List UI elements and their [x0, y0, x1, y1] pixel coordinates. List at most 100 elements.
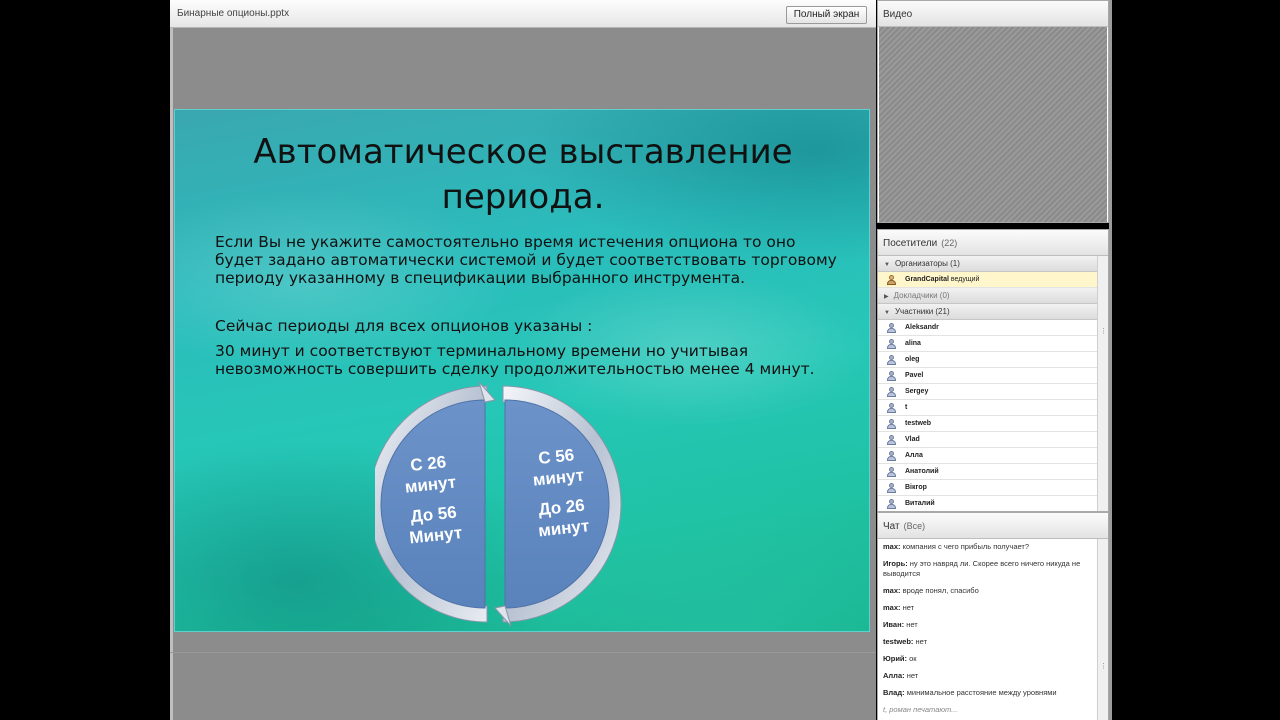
attendee-name: Анатолий [905, 468, 939, 475]
user-icon [887, 451, 896, 461]
slide-title: Автоматическое выставление периода. [175, 130, 869, 220]
presentation-pod-header: Бинарные опционы.pptx Полный экран [170, 0, 876, 28]
video-pod-header: Видео [878, 1, 1108, 27]
user-icon [887, 403, 896, 413]
chat-scope[interactable]: (Все) [904, 521, 926, 531]
chat-text: компания с чего прибыль получает? [902, 542, 1030, 551]
slide: Автоматическое выставление периода. Если… [174, 109, 870, 632]
chat-pod-title: Чат [883, 521, 900, 532]
attendee-row[interactable]: Виталий [878, 496, 1097, 511]
host-role: ведущий [950, 276, 980, 283]
user-icon [887, 467, 896, 477]
chat-sender: max: [883, 586, 901, 595]
attendee-name: oleg [905, 356, 920, 363]
host-name-line: GrandCapital ведущий [905, 276, 979, 283]
attendee-row[interactable]: Vlad [878, 432, 1097, 448]
user-icon [887, 371, 896, 381]
chat-text: нет [902, 603, 915, 612]
slide-paragraph: Сейчас периоды для всех опционов указаны… [215, 317, 855, 335]
divider [170, 652, 876, 653]
attendees-scrollbar[interactable]: ⋮ [1097, 256, 1108, 511]
chat-sender: Юрий: [883, 654, 908, 663]
slide-text-line: Если Вы не укажите самостоятельно время … [215, 233, 796, 251]
chat-sender: Игорь: [883, 559, 908, 568]
attendee-row[interactable]: oleg [878, 352, 1097, 368]
chat-sender: Иван: [883, 620, 905, 629]
attendee-name: alina [905, 340, 921, 347]
attendee-row[interactable]: Sergey [878, 384, 1097, 400]
slide-title-line: Автоматическое выставление [253, 132, 793, 172]
chat-text: нет [915, 637, 928, 646]
attendee-row-host[interactable]: GrandCapital ведущий [878, 272, 1097, 288]
user-icon [887, 339, 896, 349]
chat-sender: Влад: [883, 688, 905, 697]
chat-sender: max: [883, 542, 901, 551]
slide-text-line: будет задано автоматически системой и бу… [215, 251, 837, 269]
user-icon [887, 419, 896, 429]
presentation-file-name: Бинарные опционы.pptx [177, 8, 290, 19]
attendees-pod-header: Посетители (22) [878, 230, 1108, 256]
slide-paragraph: 30 минут и соответствуют терминальному в… [215, 342, 855, 378]
attendee-name: Вікгор [905, 484, 927, 491]
attendee-row[interactable]: t [878, 400, 1097, 416]
slide-title-line: периода. [441, 177, 605, 217]
chat-text: ок [909, 654, 917, 663]
chat-message: Иван: нет [883, 620, 1097, 630]
window-edge [1109, 0, 1112, 720]
presentation-pod-footer [174, 633, 870, 720]
scroll-grip-icon: ⋮ [1100, 328, 1107, 335]
chat-sender: max: [883, 603, 901, 612]
user-icon [887, 435, 896, 445]
right-segment-label: С 56 минут До 26 минут [500, 441, 619, 545]
host-icon [887, 275, 896, 285]
host-name: GrandCapital [905, 276, 949, 283]
attendee-row[interactable]: alina [878, 336, 1097, 352]
expand-triangle-icon: ▼ [884, 262, 890, 268]
group-participants[interactable]: ▼ Участники (21) [878, 304, 1097, 320]
video-pod-title: Видео [883, 9, 913, 20]
expand-triangle-icon: ▼ [884, 310, 890, 316]
chat-message: max: компания с чего прибыль получает? [883, 542, 1097, 552]
fullscreen-button[interactable]: Полный экран [786, 6, 867, 24]
attendee-name: t [905, 404, 908, 411]
attendee-row[interactable]: Вікгор [878, 480, 1097, 496]
presentation-pod: Бинарные опционы.pptx Полный экран Автом… [170, 0, 876, 720]
attendee-row[interactable]: Алла [878, 448, 1097, 464]
chat-message: Алла: нет [883, 671, 1097, 681]
attendees-list[interactable]: ▼ Организаторы (1) GrandCapital ведущий ▶… [878, 256, 1097, 511]
attendee-name: testweb [905, 420, 932, 427]
chat-message-list[interactable]: max: компания с чего прибыль получает? Иг… [878, 539, 1097, 719]
attendee-row[interactable]: Aleksandr [878, 320, 1097, 336]
attendee-name: Vlad [905, 436, 920, 443]
video-area [879, 27, 1107, 222]
user-icon [887, 323, 896, 333]
chat-scrollbar[interactable]: ⋮ [1097, 539, 1108, 720]
chat-message: max: нет [883, 603, 1097, 613]
attendee-name: Sergey [905, 388, 929, 395]
chat-text: минимальное расстояние между уровнями [906, 688, 1057, 697]
left-segment-label: С 26 минут До 56 Минут [372, 448, 491, 552]
chat-message: testweb: нет [883, 637, 1097, 647]
chat-pod-header: Чат (Все) [878, 513, 1108, 539]
attendees-count: (22) [941, 238, 958, 248]
user-icon [887, 499, 896, 509]
chat-message: Влад: минимальное расстояние между уровн… [883, 688, 1097, 698]
attendee-row[interactable]: Pavel [878, 368, 1097, 384]
chat-message: max: вроде понял, спасибо [883, 586, 1097, 596]
chat-text: нет [906, 620, 918, 629]
attendees-pod-title: Посетители [883, 238, 938, 249]
user-icon [887, 387, 896, 397]
video-pod: Видео [877, 0, 1109, 223]
attendee-row[interactable]: testweb [878, 416, 1097, 432]
group-label: Докладчики (0) [893, 291, 950, 300]
group-label: Организаторы (1) [894, 259, 960, 268]
group-presenters[interactable]: ▶ Докладчики (0) [878, 288, 1097, 304]
chat-text: нет [906, 671, 919, 680]
typing-indicator: t, роман печатают... [883, 705, 958, 714]
slide-text-line: 30 минут и соответствуют терминальному в… [215, 342, 749, 360]
group-organizers[interactable]: ▼ Организаторы (1) [878, 256, 1097, 272]
collapse-triangle-icon: ▶ [884, 294, 889, 300]
cycle-diagram: С 26 минут До 56 Минут С 56 минут До 26 … [375, 378, 635, 628]
attendee-row[interactable]: Анатолий [878, 464, 1097, 480]
scroll-grip-icon: ⋮ [1100, 663, 1107, 670]
